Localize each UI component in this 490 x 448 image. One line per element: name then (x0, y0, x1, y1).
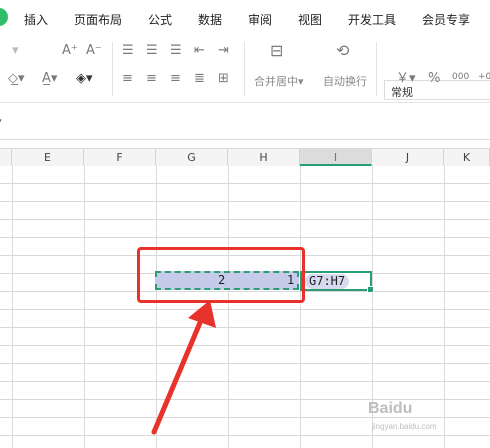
toolbar-divider (376, 42, 377, 96)
grid-row-line (0, 345, 490, 346)
decrease-indent-icon[interactable]: ⇤ (194, 44, 205, 58)
font-size-dropdown-icon[interactable]: ▾ (12, 44, 19, 58)
menu-review[interactable]: 审阅 (248, 11, 272, 28)
watermark: Baidu jingyan.baidu.com (368, 400, 488, 440)
merge-cells-icon[interactable]: ⊟ (270, 43, 283, 59)
merge-center-button[interactable]: 合并居中▾ (254, 73, 304, 89)
menu-data[interactable]: 数据 (198, 11, 222, 28)
align-top-icon[interactable]: ☰ (122, 44, 134, 58)
font-grow-icon[interactable]: A⁺ (62, 44, 78, 58)
align-middle-icon[interactable]: ☰ (146, 44, 158, 58)
column-header-i[interactable]: I (300, 149, 372, 166)
menu-developer[interactable]: 开发工具 (348, 11, 396, 28)
grid-row-line (0, 219, 490, 220)
align-bottom-icon[interactable]: ☰ (170, 44, 182, 58)
percent-button[interactable]: % (428, 72, 440, 86)
align-right-icon[interactable]: ≡ (170, 72, 181, 86)
fill-handle[interactable] (367, 286, 374, 293)
annotation-highlight-box (137, 247, 305, 303)
toolbar-divider (244, 42, 245, 96)
cell-i7-formula-reference: G7:H7 (305, 274, 350, 289)
grid-row-line (0, 381, 490, 382)
menu-member[interactable]: 会员专享 (422, 11, 470, 28)
watermark-brand: Baidu (368, 400, 413, 417)
app-logo-icon[interactable] (0, 8, 8, 26)
column-header-row: E F G H I J K (0, 148, 490, 167)
column-header-k[interactable]: K (444, 149, 490, 166)
toolbar-divider (112, 42, 113, 96)
menu-formulas[interactable]: 公式 (148, 11, 172, 28)
font-shrink-icon[interactable]: A⁻ (86, 44, 102, 58)
align-center-icon[interactable]: ≡ (146, 72, 157, 86)
grid-row-line (0, 183, 490, 184)
column-header-g[interactable]: G (156, 149, 228, 166)
wrap-text-button[interactable]: 自动换行 (323, 73, 367, 89)
formula-bar[interactable]: ▾ (0, 103, 490, 140)
increase-decimal-icon[interactable]: +0 (478, 70, 490, 84)
fill-color-icon[interactable]: ◇̲▾ (8, 72, 25, 86)
grid-row-line (0, 363, 490, 364)
distributed-align-icon[interactable]: ⊞ (218, 72, 229, 86)
grid-column-line (156, 166, 157, 448)
increase-indent-icon[interactable]: ⇥ (218, 44, 229, 58)
align-left-icon[interactable]: ≡ (122, 72, 133, 86)
column-header-f[interactable]: F (84, 149, 156, 166)
font-color-icon[interactable]: A̲▾ (42, 72, 57, 86)
justify-icon[interactable]: ≣ (194, 72, 205, 86)
grid-row-line (0, 327, 490, 328)
grid-column-line (84, 166, 85, 448)
grid-column-line (300, 166, 301, 448)
menu-page-layout[interactable]: 页面布局 (74, 11, 122, 28)
watermark-url: jingyan.baidu.com (372, 422, 437, 431)
ribbon-toolbar: ▾ A⁺ A⁻ ◇̲▾ A̲▾ ◈▾ ☰ ☰ ☰ ⇤ ⇥ ≡ ≡ ≡ ≣ ⊞ ⊟… (0, 36, 490, 103)
currency-button[interactable]: ￥▾ (396, 72, 416, 86)
eraser-icon[interactable]: ◈▾ (76, 72, 93, 86)
thousands-separator-icon[interactable]: 000 (452, 70, 469, 84)
grid-column-line (12, 166, 13, 448)
column-header-h[interactable]: H (228, 149, 300, 166)
menu-insert[interactable]: 插入 (24, 11, 48, 28)
menu-view[interactable]: 视图 (298, 11, 322, 28)
wrap-text-icon[interactable]: ⟲ (336, 43, 349, 59)
column-header-j[interactable]: J (372, 149, 444, 166)
grid-column-line (228, 166, 229, 448)
grid-row-line (0, 201, 490, 202)
column-header-partial[interactable] (0, 149, 12, 166)
spacer (0, 140, 490, 148)
name-box-dropdown-icon[interactable]: ▾ (0, 115, 2, 128)
menu-bar: 插入 页面布局 公式 数据 审阅 视图 开发工具 会员专享 (0, 0, 490, 36)
grid-row-line (0, 237, 490, 238)
column-header-e[interactable]: E (12, 149, 84, 166)
grid-row-line (0, 309, 490, 310)
